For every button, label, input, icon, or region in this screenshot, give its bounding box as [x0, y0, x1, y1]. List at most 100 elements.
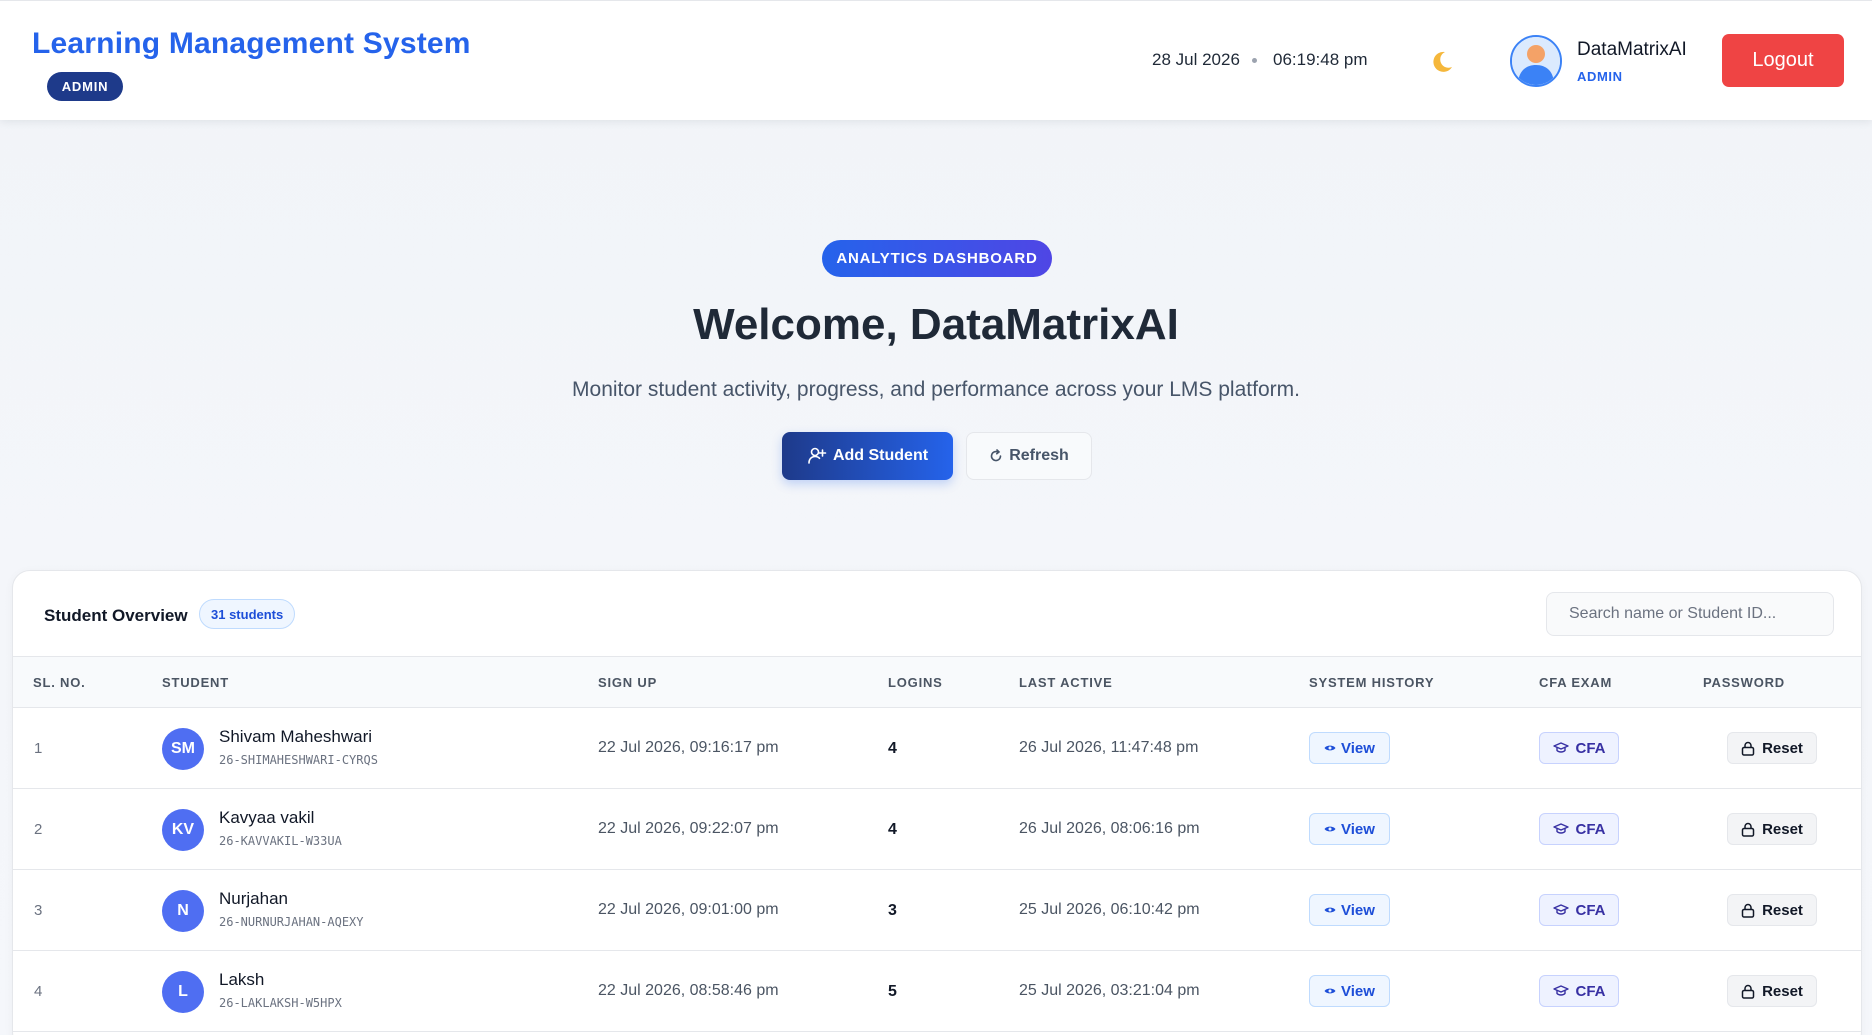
view-label: View	[1341, 982, 1375, 1000]
top-header: Learning Management System ADMIN 28 Jul …	[0, 0, 1872, 120]
cfa-exam-button[interactable]: CFA	[1539, 894, 1619, 926]
view-label: View	[1341, 820, 1375, 838]
column-header-sign-up: SIGN UP	[598, 675, 658, 690]
login-count: 4	[888, 740, 897, 757]
table-row: 3 N Nurjahan 26-NURNURJAHAN-AQEXY 22 Jul…	[13, 870, 1861, 951]
row-sl-no: 3	[34, 902, 43, 919]
row-sl-no: 2	[34, 821, 43, 838]
sign-up-date: 22 Jul 2026, 09:16:17 pm	[598, 739, 779, 756]
reset-password-button[interactable]: Reset	[1727, 975, 1817, 1007]
table-row: 4 L Laksh 26-LAKLAKSH-W5HPX 22 Jul 2026,…	[13, 951, 1861, 1032]
student-overview-card: Student Overview 31 students SL. NO. STU…	[12, 570, 1862, 1035]
search-input[interactable]	[1546, 592, 1834, 636]
cfa-label: CFA	[1575, 901, 1606, 919]
login-count: 5	[888, 983, 897, 1000]
graduation-cap-icon	[1552, 742, 1569, 754]
graduation-cap-icon	[1552, 823, 1569, 835]
column-header-last-active: LAST ACTIVE	[1019, 675, 1113, 690]
row-sl-no: 4	[34, 983, 43, 1000]
reset-password-button[interactable]: Reset	[1727, 894, 1817, 926]
user-avatar-icon[interactable]	[1510, 35, 1562, 87]
login-count: 3	[888, 902, 897, 919]
role-badge: ADMIN	[47, 72, 123, 101]
lock-icon	[1741, 822, 1755, 837]
reset-label: Reset	[1762, 901, 1803, 919]
student-name: Kavyaa vakil	[219, 808, 315, 827]
app-title: Learning Management System	[32, 27, 471, 60]
separator-dot	[1252, 58, 1257, 63]
cfa-exam-button[interactable]: CFA	[1539, 975, 1619, 1007]
user-name: DataMatrixAI	[1577, 39, 1687, 60]
lock-icon	[1741, 741, 1755, 756]
sign-up-date: 22 Jul 2026, 09:22:07 pm	[598, 820, 779, 837]
sign-up-date: 22 Jul 2026, 08:58:46 pm	[598, 982, 779, 999]
user-plus-icon	[807, 446, 827, 466]
column-header-system-history: SYSTEM HISTORY	[1309, 675, 1435, 690]
last-active-date: 26 Jul 2026, 08:06:16 pm	[1019, 820, 1200, 837]
reset-label: Reset	[1762, 739, 1803, 757]
table-header: SL. NO. STUDENT SIGN UP LOGINS LAST ACTI…	[13, 656, 1861, 708]
logout-button[interactable]: Logout	[1722, 34, 1844, 87]
cfa-exam-button[interactable]: CFA	[1539, 813, 1619, 845]
eye-icon	[1324, 906, 1336, 914]
login-count: 4	[888, 821, 897, 838]
reset-label: Reset	[1762, 820, 1803, 838]
last-active-date: 25 Jul 2026, 03:21:04 pm	[1019, 982, 1200, 999]
view-history-button[interactable]: View	[1309, 894, 1390, 926]
cfa-label: CFA	[1575, 820, 1606, 838]
student-count-badge: 31 students	[199, 599, 296, 629]
sign-up-date: 22 Jul 2026, 09:01:00 pm	[598, 901, 779, 918]
student-name: Shivam Maheshwari	[219, 727, 373, 746]
header-date: 28 Jul 2026	[1152, 50, 1240, 69]
refresh-button[interactable]: Refresh	[966, 432, 1092, 480]
cfa-exam-button[interactable]: CFA	[1539, 732, 1619, 764]
header-time: 06:19:48 pm	[1273, 50, 1368, 69]
student-avatar: SM	[162, 728, 204, 770]
welcome-title: Welcome, DataMatrixAI	[693, 300, 1179, 349]
student-id: 26-NURNURJAHAN-AQEXY	[219, 915, 364, 929]
user-role: ADMIN	[1577, 69, 1623, 84]
eye-icon	[1324, 825, 1336, 833]
column-header-cfa-exam: CFA EXAM	[1539, 675, 1613, 690]
column-header-logins: LOGINS	[888, 675, 943, 690]
lock-icon	[1741, 903, 1755, 918]
column-header-password: PASSWORD	[1703, 675, 1785, 690]
student-id: 26-LAKLAKSH-W5HPX	[219, 996, 342, 1010]
view-history-button[interactable]: View	[1309, 975, 1390, 1007]
row-sl-no: 1	[34, 740, 43, 757]
eye-icon	[1324, 987, 1336, 995]
graduation-cap-icon	[1552, 904, 1569, 916]
refresh-icon	[989, 449, 1003, 463]
add-student-label: Add Student	[832, 447, 929, 464]
column-header-sl-no: SL. NO.	[33, 675, 86, 690]
moon-icon[interactable]	[1428, 48, 1456, 76]
column-header-student: STUDENT	[162, 675, 229, 690]
graduation-cap-icon	[1552, 985, 1569, 997]
view-history-button[interactable]: View	[1309, 813, 1390, 845]
reset-label: Reset	[1762, 982, 1803, 1000]
student-avatar: L	[162, 971, 204, 1013]
cfa-label: CFA	[1575, 982, 1606, 1000]
welcome-subtitle: Monitor student activity, progress, and …	[572, 378, 1300, 401]
view-history-button[interactable]: View	[1309, 732, 1390, 764]
last-active-date: 25 Jul 2026, 06:10:42 pm	[1019, 901, 1200, 918]
student-name: Nurjahan	[219, 889, 288, 908]
student-id: 26-SHIMAHESHWARI-CYRQS	[219, 753, 378, 767]
analytics-dashboard-badge: ANALYTICS DASHBOARD	[822, 240, 1052, 277]
view-label: View	[1341, 739, 1375, 757]
student-avatar: N	[162, 890, 204, 932]
last-active-date: 26 Jul 2026, 11:47:48 pm	[1019, 739, 1199, 756]
view-label: View	[1341, 901, 1375, 919]
reset-password-button[interactable]: Reset	[1727, 813, 1817, 845]
student-avatar: KV	[162, 809, 204, 851]
refresh-label: Refresh	[1009, 447, 1069, 464]
student-overview-title: Student Overview	[44, 606, 188, 625]
reset-password-button[interactable]: Reset	[1727, 732, 1817, 764]
lock-icon	[1741, 984, 1755, 999]
student-name: Laksh	[219, 970, 265, 989]
table-row: 2 KV Kavyaa vakil 26-KAVVAKIL-W33UA 22 J…	[13, 789, 1861, 870]
table-row: 1 SM Shivam Maheshwari 26-SHIMAHESHWARI-…	[13, 708, 1861, 789]
add-student-button[interactable]: Add Student	[782, 432, 953, 480]
eye-icon	[1324, 744, 1336, 752]
cfa-label: CFA	[1575, 739, 1606, 757]
